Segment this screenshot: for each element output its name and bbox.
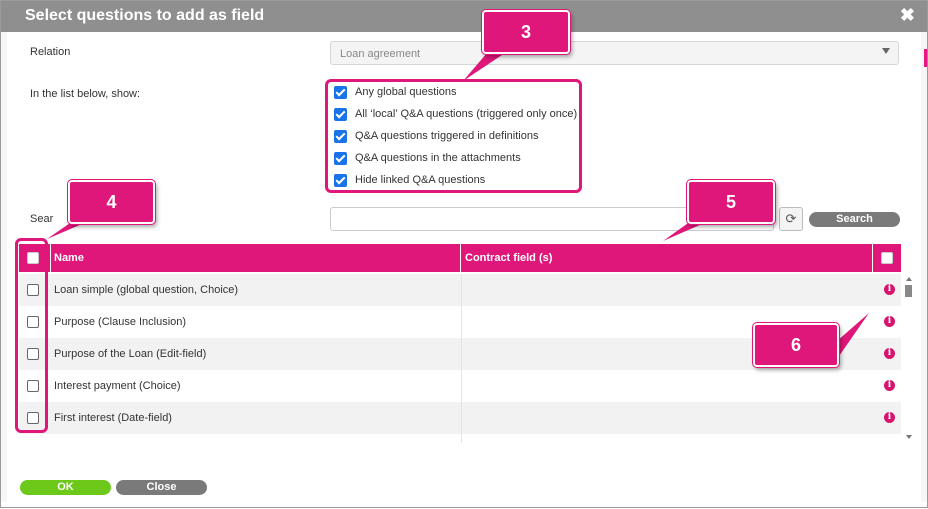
dialog-title: Select questions to add as field — [25, 7, 265, 24]
checkbox-checked[interactable] — [334, 173, 347, 187]
table-scrollbar[interactable] — [904, 277, 914, 443]
table-row[interactable]: First interest (Date-field) i — [19, 402, 901, 434]
column-divider — [872, 244, 873, 272]
info-icon[interactable]: i — [884, 380, 895, 391]
background-strip-left — [1, 32, 7, 502]
background-strip-right — [921, 32, 927, 502]
scroll-up-arrow[interactable] — [906, 277, 912, 281]
show-options-label: In the list below, show: — [30, 88, 141, 100]
row-name: First interest (Date-field) — [54, 412, 172, 424]
table-header: Name Contract field (s) — [19, 244, 901, 272]
column-header-contract-field[interactable]: Contract field (s) — [465, 244, 552, 272]
search-button[interactable]: Search — [809, 212, 900, 227]
column-divider — [461, 370, 462, 402]
option-global-questions[interactable]: Any global questions — [334, 85, 457, 99]
column-divider — [460, 244, 461, 272]
row-name: Interest payment (Choice) — [54, 380, 181, 392]
column-divider — [461, 402, 462, 434]
select-questions-dialog: Select questions to add as field ✖ Relat… — [0, 0, 928, 508]
dialog-titlebar: Select questions to add as field ✖ — [1, 1, 927, 32]
relation-select[interactable]: Loan agreement — [330, 41, 899, 65]
column-divider — [461, 274, 462, 306]
scroll-down-arrow[interactable] — [906, 435, 912, 439]
column-divider — [50, 244, 51, 272]
callout-5: 5 — [687, 180, 775, 224]
close-button[interactable]: Close — [116, 480, 207, 495]
row-name: Loan simple (global question, Choice) — [54, 284, 239, 296]
close-icon[interactable]: ✖ — [900, 5, 915, 25]
callout-3: 3 — [482, 10, 570, 54]
checkbox-checked[interactable] — [334, 85, 347, 99]
option-label: Q&A questions in the attachments — [355, 152, 521, 164]
option-definitions-questions[interactable]: Q&A questions triggered in definitions — [334, 129, 538, 143]
table-row[interactable]: Loan simple (global question, Choice) i — [19, 274, 901, 306]
option-label: Any global questions — [355, 86, 457, 98]
column-header-name[interactable]: Name — [54, 244, 84, 272]
checkbox-checked[interactable] — [334, 107, 347, 121]
relation-select-value: Loan agreement — [340, 48, 421, 60]
checkbox-checked[interactable] — [334, 151, 347, 165]
search-label: Sear — [30, 213, 54, 225]
column-divider — [461, 434, 462, 443]
chevron-down-icon — [882, 48, 890, 54]
column-divider — [461, 306, 462, 338]
row-name: Purpose of the Loan (Edit-field) — [54, 348, 207, 360]
callout-4: 4 — [68, 180, 155, 224]
option-label: All ‘local’ Q&A questions (triggered onl… — [355, 108, 578, 120]
refresh-button[interactable]: ⟳ — [779, 207, 803, 231]
option-hide-linked[interactable]: Hide linked Q&A questions — [334, 173, 485, 187]
column-divider — [461, 338, 462, 370]
header-right-checkbox[interactable] — [881, 252, 893, 264]
scroll-thumb[interactable] — [905, 285, 912, 297]
info-icon[interactable]: i — [884, 412, 895, 423]
option-local-questions[interactable]: All ‘local’ Q&A questions (triggered onl… — [334, 107, 577, 121]
info-icon[interactable]: i — [884, 316, 895, 327]
option-label: Q&A questions triggered in definitions — [355, 130, 539, 142]
checkbox-column-highlight — [15, 238, 48, 433]
table-row[interactable]: Interest payment (Choice) i — [19, 370, 901, 402]
option-attachments-questions[interactable]: Q&A questions in the attachments — [334, 151, 521, 165]
refresh-icon: ⟳ — [785, 211, 797, 226]
relation-label: Relation — [30, 46, 71, 58]
row-name: Purpose (Clause Inclusion) — [54, 316, 187, 328]
table-row-partial — [19, 434, 901, 443]
background-accent-mark — [924, 49, 927, 67]
checkbox-checked[interactable] — [334, 129, 347, 143]
info-icon[interactable]: i — [884, 284, 895, 295]
callout-6: 6 — [753, 323, 839, 367]
option-label: Hide linked Q&A questions — [355, 174, 486, 186]
ok-button[interactable]: OK — [20, 480, 111, 495]
info-icon[interactable]: i — [884, 348, 895, 359]
